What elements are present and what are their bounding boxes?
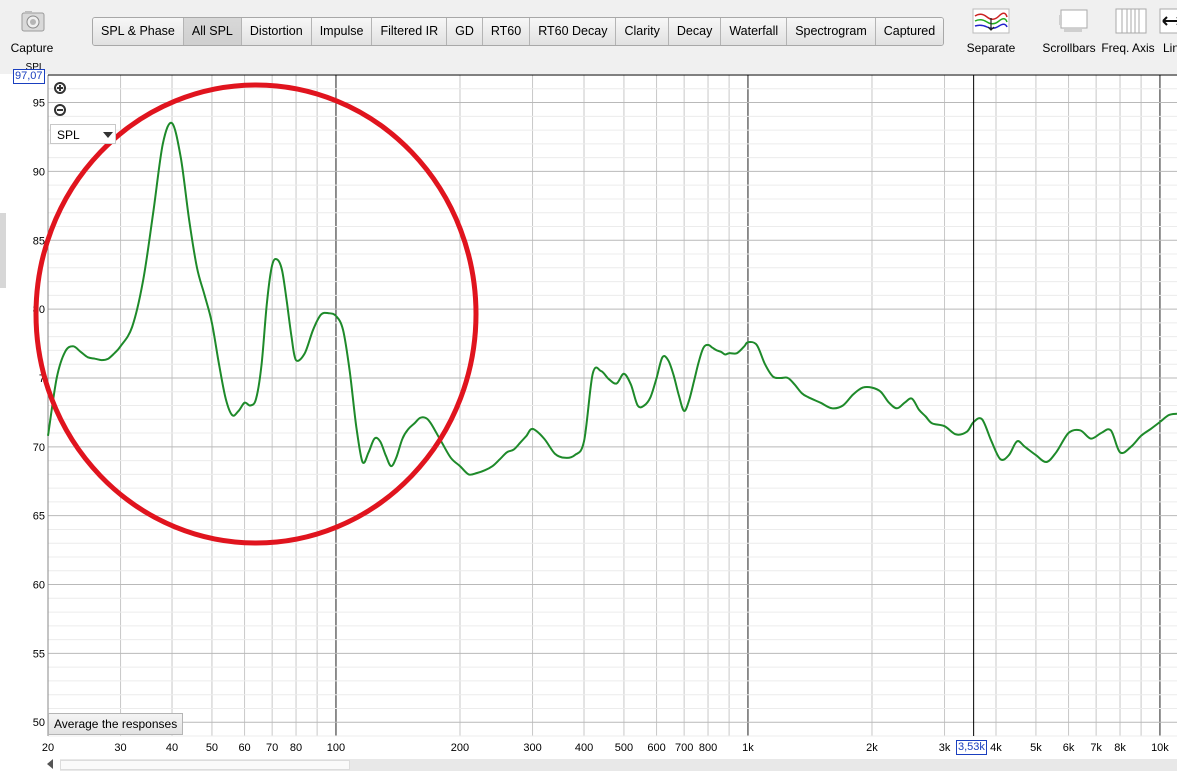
horizontal-scroll-thumb[interactable] — [60, 760, 350, 770]
x-tick-label: 200 — [451, 742, 469, 754]
x-tick-label: 8k — [1114, 742, 1126, 754]
x-tick-label: 100 — [327, 742, 345, 754]
y-cursor-readout: 97,07 — [13, 69, 45, 84]
x-tick-label: 2k — [866, 742, 878, 754]
vertical-scroll-indicator[interactable] — [0, 213, 6, 288]
scroll-left-icon[interactable] — [47, 759, 53, 769]
spl-select-value: SPL — [57, 128, 80, 142]
x-tick-label: 60 — [238, 742, 250, 754]
x-tick-label: 400 — [575, 742, 593, 754]
x-tick-label: 500 — [615, 742, 633, 754]
zoom-in-icon[interactable] — [54, 82, 66, 94]
x-tick-label: 50 — [206, 742, 218, 754]
x-tick-label: 1k — [742, 742, 754, 754]
x-tick-label: 10k — [1151, 742, 1169, 754]
x-tick-label: 80 — [290, 742, 302, 754]
y-tick-label: 55 — [33, 648, 45, 660]
y-tick-label: 50 — [33, 717, 45, 729]
y-tick-label: 65 — [33, 511, 45, 523]
y-tick-label: 85 — [33, 235, 45, 247]
x-tick-label: 40 — [166, 742, 178, 754]
x-tick-label: 700 — [675, 742, 693, 754]
y-tick-label: 95 — [33, 98, 45, 110]
x-tick-label: 20 — [42, 742, 54, 754]
x-cursor-readout: 3,53k — [956, 740, 987, 755]
x-tick-label: 3k — [939, 742, 951, 754]
spl-trace — [47, 121, 1177, 476]
y-tick-label: 60 — [33, 580, 45, 592]
y-tick-label: 90 — [33, 166, 45, 178]
x-tick-label: 800 — [699, 742, 717, 754]
y-tick-label: 70 — [33, 442, 45, 454]
spl-type-select[interactable]: SPL — [50, 124, 116, 144]
average-responses-button[interactable]: Average the responses — [48, 713, 184, 735]
chevron-down-icon — [103, 132, 113, 138]
x-tick-label: 300 — [523, 742, 541, 754]
spl-chart[interactable]: 5055606570780859095 20 30 40 50 60 70 80 100 200… — [0, 0, 1177, 772]
x-tick-label: 6k — [1063, 742, 1075, 754]
zoom-out-icon[interactable] — [54, 104, 66, 116]
x-tick-label: 7k — [1090, 742, 1102, 754]
x-tick-label: 600 — [647, 742, 665, 754]
horizontal-scrollbar[interactable] — [60, 759, 1177, 771]
x-tick-label: 4k — [990, 742, 1002, 754]
x-tick-label: 5k — [1030, 742, 1042, 754]
x-tick-label: 70 — [266, 742, 278, 754]
x-tick-label: 30 — [114, 742, 126, 754]
